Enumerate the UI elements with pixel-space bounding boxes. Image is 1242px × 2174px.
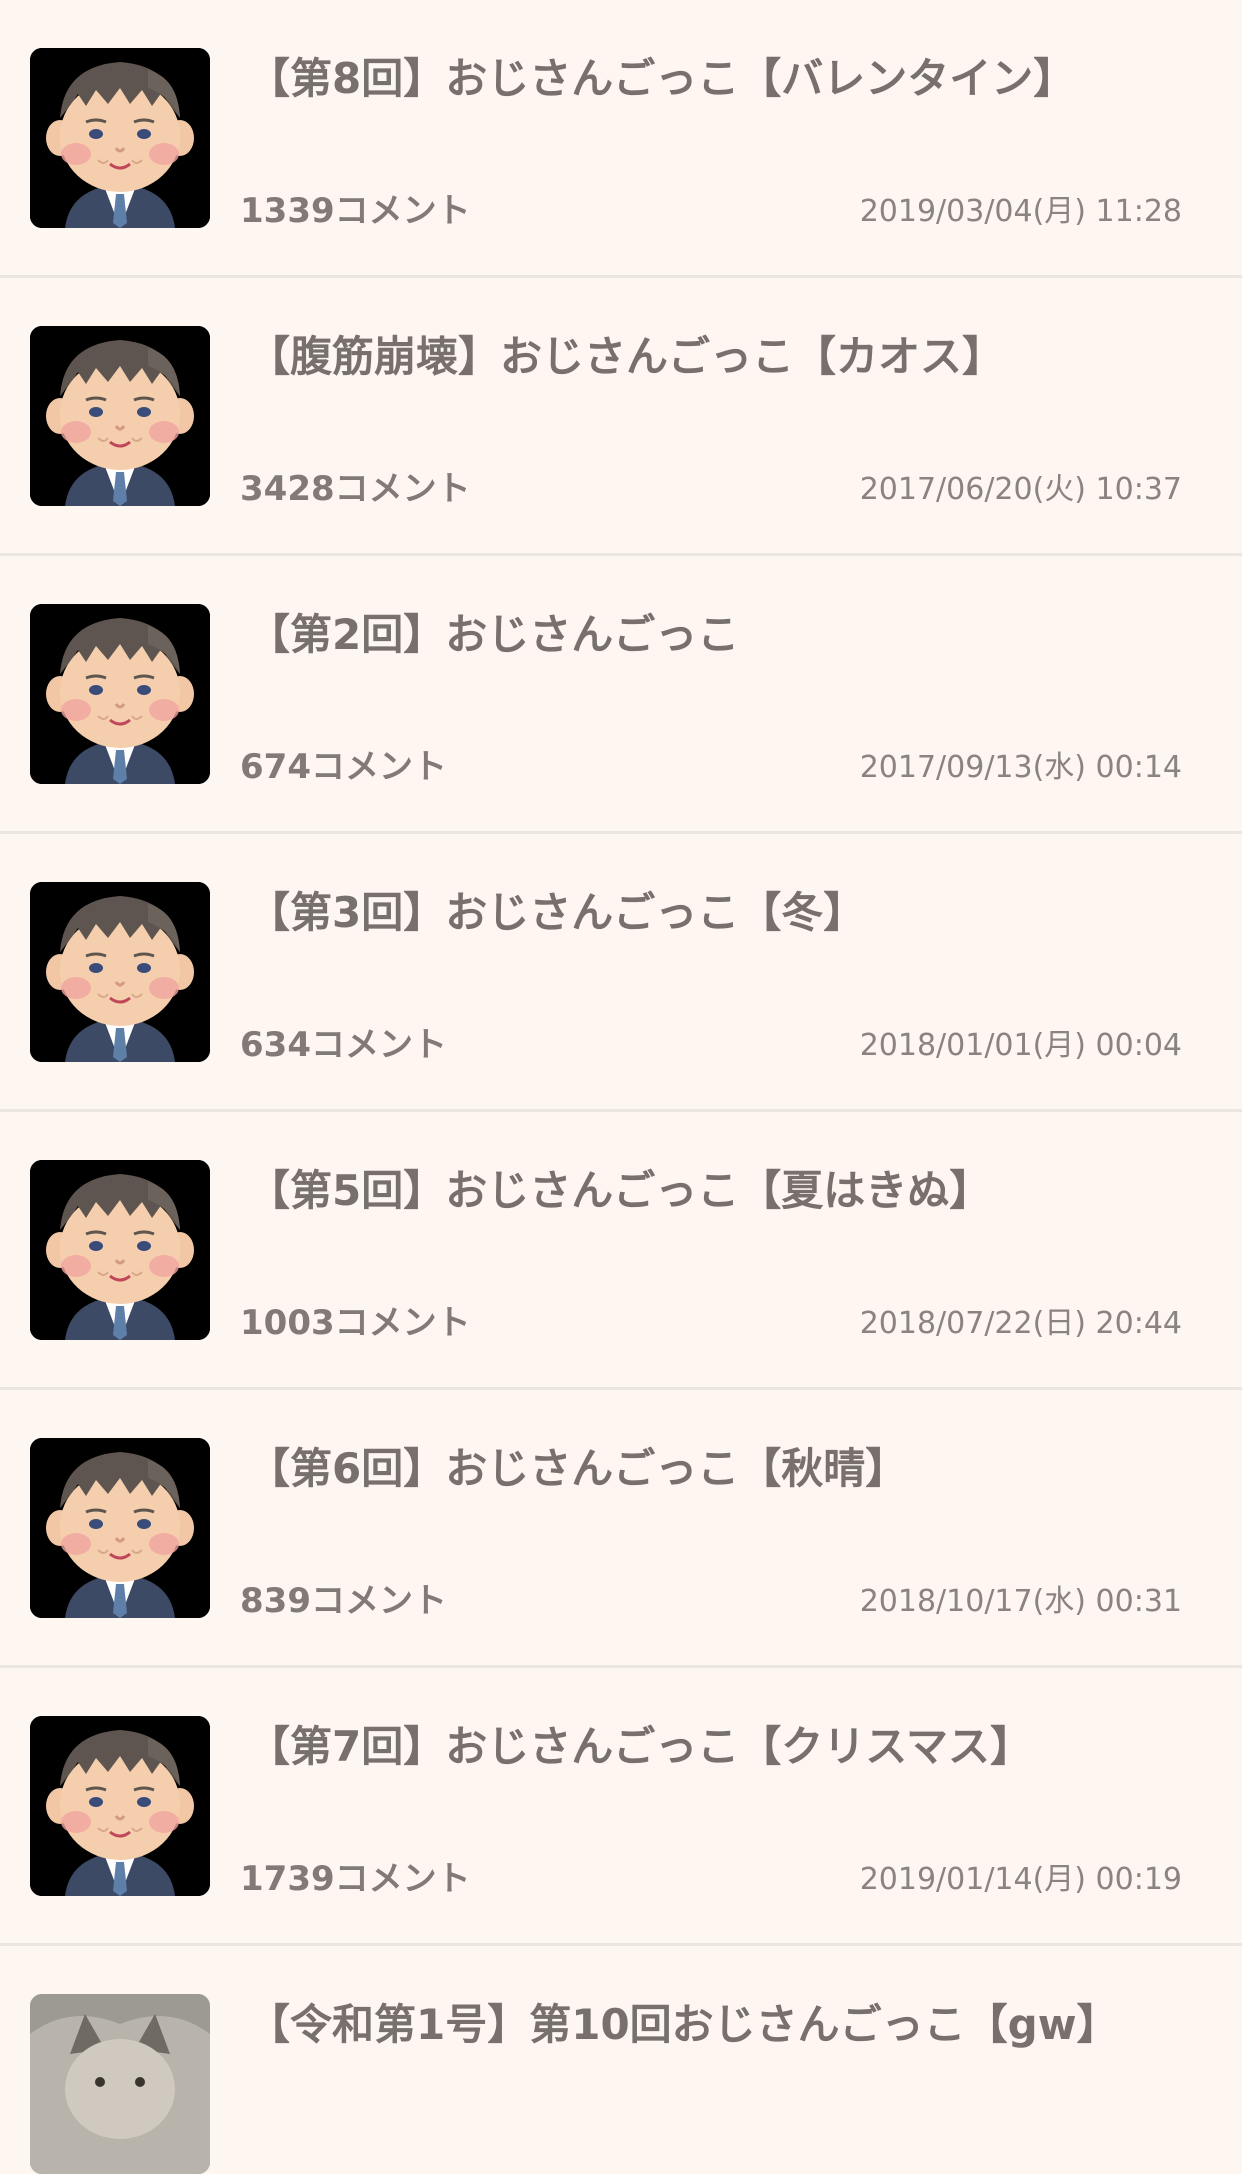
thread-date: 2017/09/13(水) 00:14 — [859, 750, 1182, 785]
ojisan-icon — [30, 48, 210, 228]
thread-title[interactable]: 【第7回】おじさんごっこ【クリスマス】 — [248, 1716, 1202, 1778]
ojisan-icon — [30, 326, 210, 506]
thread-date: 2018/01/01(月) 00:04 — [859, 1028, 1182, 1063]
thread-title[interactable]: 【令和第1号】第10回おじさんごっこ【gw】 — [248, 1994, 1202, 2056]
thread-title[interactable]: 【第5回】おじさんごっこ【夏はきぬ】 — [248, 1160, 1202, 1222]
thread-item[interactable]: 【第3回】おじさんごっこ【冬】 634コメント 2018/01/01(月) 00… — [0, 834, 1242, 1112]
wolf-photo — [30, 1994, 210, 2174]
ojisan-icon — [30, 1716, 210, 1896]
ojisan-icon — [30, 604, 210, 784]
thread-date: 2018/07/22(日) 20:44 — [859, 1306, 1182, 1341]
thread-title[interactable]: 【第2回】おじさんごっこ — [248, 604, 1202, 666]
thread-date: 2019/01/14(月) 00:19 — [859, 1862, 1182, 1897]
comment-count: 839コメント — [240, 1581, 447, 1621]
thread-item[interactable]: 【腹筋崩壊】おじさんごっこ【カオス】 3428コメント 2017/06/20(火… — [0, 278, 1242, 556]
ojisan-icon — [30, 1160, 210, 1340]
ojisan-icon — [30, 1438, 210, 1618]
comment-count: 1739コメント — [240, 1859, 471, 1899]
thread-date: 2018/10/17(水) 00:31 — [859, 1584, 1182, 1619]
thread-date: 2019/03/04(月) 11:28 — [859, 194, 1182, 229]
thread-item[interactable]: 【令和第1号】第10回おじさんごっこ【gw】 — [0, 1946, 1242, 2174]
thread-title[interactable]: 【第3回】おじさんごっこ【冬】 — [248, 882, 1202, 944]
thread-item[interactable]: 【第5回】おじさんごっこ【夏はきぬ】 1003コメント 2018/07/22(日… — [0, 1112, 1242, 1390]
thread-item[interactable]: 【第6回】おじさんごっこ【秋晴】 839コメント 2018/10/17(水) 0… — [0, 1390, 1242, 1668]
comment-count: 1003コメント — [240, 1303, 471, 1343]
thread-date: 2017/06/20(火) 10:37 — [859, 472, 1182, 507]
thread-item[interactable]: 【第8回】おじさんごっこ【バレンタイン】 1339コメント 2019/03/04… — [0, 0, 1242, 278]
comment-count: 674コメント — [240, 747, 447, 787]
thread-title[interactable]: 【第8回】おじさんごっこ【バレンタイン】 — [248, 48, 1202, 110]
ojisan-icon — [30, 882, 210, 1062]
thread-item[interactable]: 【第7回】おじさんごっこ【クリスマス】 1739コメント 2019/01/14(… — [0, 1668, 1242, 1946]
thread-title[interactable]: 【腹筋崩壊】おじさんごっこ【カオス】 — [248, 326, 1202, 388]
thread-list: 【第8回】おじさんごっこ【バレンタイン】 1339コメント 2019/03/04… — [0, 0, 1242, 2174]
thread-item[interactable]: 【第2回】おじさんごっこ 674コメント 2017/09/13(水) 00:14 — [0, 556, 1242, 834]
comment-count: 1339コメント — [240, 191, 471, 231]
thread-title[interactable]: 【第6回】おじさんごっこ【秋晴】 — [248, 1438, 1202, 1500]
comment-count: 3428コメント — [240, 469, 471, 509]
comment-count: 634コメント — [240, 1025, 447, 1065]
